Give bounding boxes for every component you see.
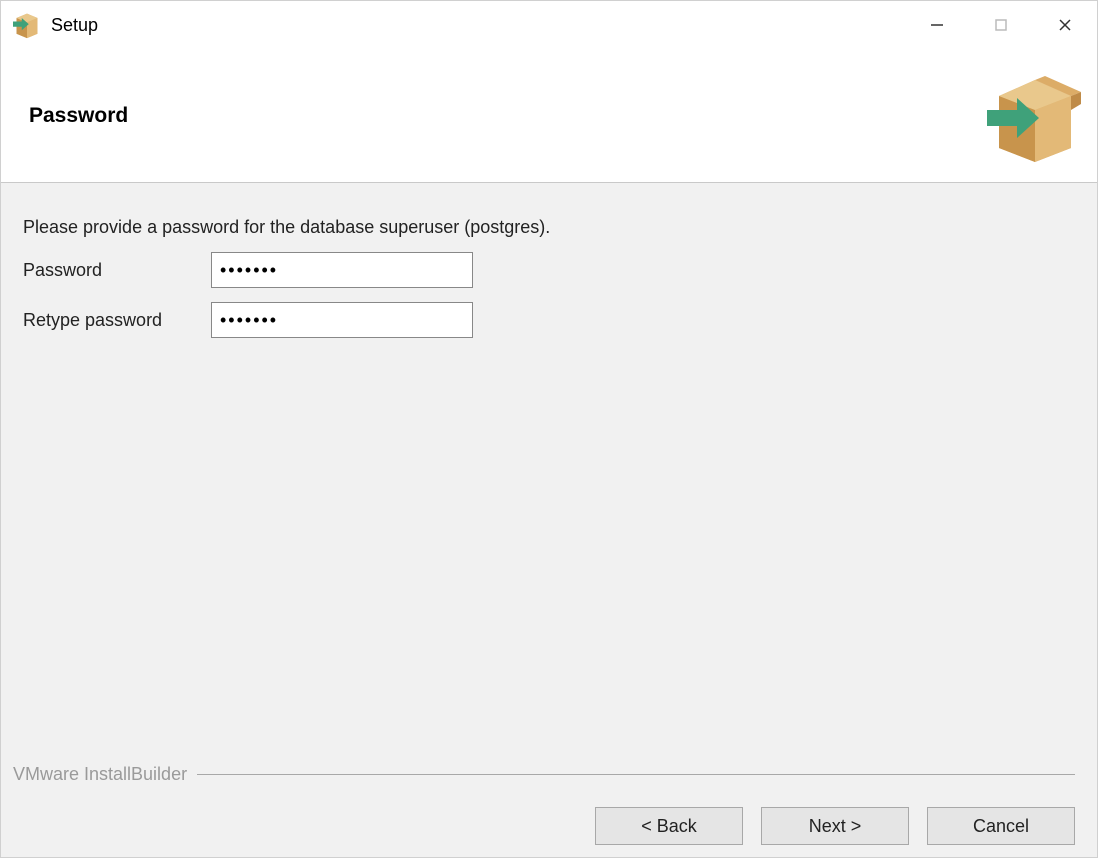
titlebar: Setup [1, 1, 1097, 49]
instruction-text: Please provide a password for the databa… [23, 217, 1075, 238]
setup-window: Setup Password [0, 0, 1098, 858]
close-button[interactable] [1033, 1, 1097, 49]
next-button[interactable]: Next > [761, 807, 909, 845]
retype-password-row: Retype password [23, 302, 1075, 338]
installer-brand: VMware InstallBuilder [13, 764, 1075, 785]
page-title: Password [29, 104, 128, 128]
minimize-button[interactable] [905, 1, 969, 49]
window-title: Setup [51, 15, 905, 36]
maximize-button[interactable] [969, 1, 1033, 49]
wizard-header: Password [1, 49, 1097, 183]
retype-password-input[interactable] [211, 302, 473, 338]
retype-password-label: Retype password [23, 310, 211, 331]
installer-brand-text: VMware InstallBuilder [13, 764, 197, 785]
wizard-content: Please provide a password for the databa… [1, 183, 1097, 857]
app-box-icon [13, 11, 41, 39]
content-spacer [23, 352, 1075, 764]
installer-box-icon [987, 68, 1083, 164]
back-button[interactable]: < Back [595, 807, 743, 845]
window-controls [905, 1, 1097, 49]
brand-divider [197, 774, 1075, 775]
password-input[interactable] [211, 252, 473, 288]
password-label: Password [23, 260, 211, 281]
wizard-footer: < Back Next > Cancel [23, 807, 1075, 845]
password-row: Password [23, 252, 1075, 288]
cancel-button[interactable]: Cancel [927, 807, 1075, 845]
